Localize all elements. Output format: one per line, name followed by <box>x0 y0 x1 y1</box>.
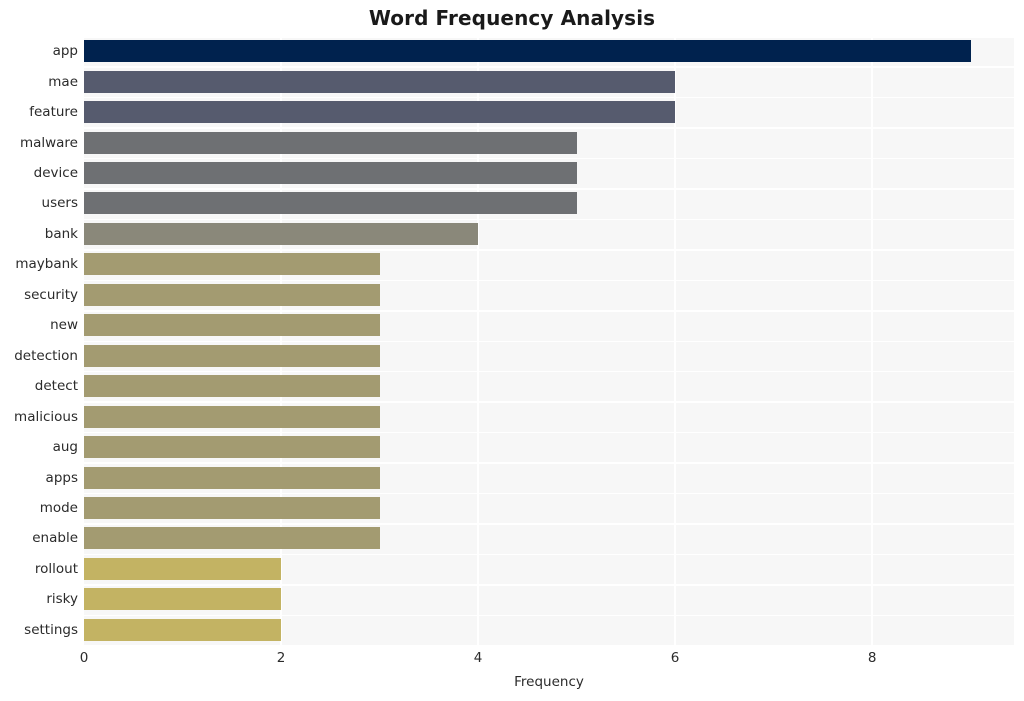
x-axis-tick-labels: 0 2 4 6 8 <box>0 650 1024 672</box>
y-axis-tick-label: users <box>41 195 78 212</box>
y-axis-tick-label: maybank <box>15 256 78 273</box>
bar-series <box>84 36 1014 645</box>
bar <box>84 527 380 550</box>
bar <box>84 618 282 641</box>
bar <box>84 405 380 428</box>
x-axis-tick-label: 8 <box>867 650 877 666</box>
y-axis-tick-label: mode <box>39 499 78 516</box>
y-axis-tick-label: feature <box>29 104 78 121</box>
x-axis-tick-label: 0 <box>79 650 89 666</box>
x-axis-title: Frequency <box>514 674 584 690</box>
plot-area <box>84 36 1014 645</box>
y-axis-tick-label: malware <box>19 134 78 151</box>
bar <box>84 375 380 398</box>
y-axis-tick-label: risky <box>46 591 78 608</box>
y-axis-tick-label: security <box>24 286 78 303</box>
bar <box>84 496 380 519</box>
bar <box>84 192 577 215</box>
y-axis-tick-label: new <box>50 317 78 334</box>
y-axis-tick-label: detect <box>34 378 78 395</box>
y-axis-tick-label: app <box>52 43 78 60</box>
y-axis-tick-label: bank <box>44 225 78 242</box>
y-axis-tick-label: malicious <box>14 408 78 425</box>
y-axis-tick-label: mae <box>48 73 78 90</box>
x-axis-tick-label: 4 <box>473 650 483 666</box>
y-axis-tick-label: aug <box>52 439 78 456</box>
y-axis-tick-label: rollout <box>34 560 78 577</box>
bar <box>84 101 676 124</box>
bar <box>84 40 971 63</box>
bar <box>84 314 380 337</box>
bar <box>84 222 479 245</box>
bar <box>84 344 380 367</box>
bar <box>84 162 577 185</box>
bar <box>84 557 282 580</box>
chart-figure: Word Frequency Analysis app mae feature mal… <box>0 0 1024 701</box>
bar <box>84 588 282 611</box>
bar <box>84 436 380 459</box>
bar <box>84 253 380 276</box>
y-axis-tick-labels: app mae feature malware device users bank mayba… <box>0 36 78 645</box>
x-axis-tick-label: 6 <box>670 650 680 666</box>
x-axis-tick-label: 2 <box>276 650 286 666</box>
bar <box>84 70 676 93</box>
bar <box>84 131 577 154</box>
y-axis-tick-label: detection <box>14 347 78 364</box>
y-axis-tick-label: enable <box>32 530 78 547</box>
bar <box>84 283 380 306</box>
y-axis-tick-label: settings <box>24 621 78 638</box>
y-axis-tick-label: device <box>33 165 78 182</box>
y-axis-tick-label: apps <box>45 469 78 486</box>
chart-title: Word Frequency Analysis <box>368 6 656 30</box>
bar <box>84 466 380 489</box>
